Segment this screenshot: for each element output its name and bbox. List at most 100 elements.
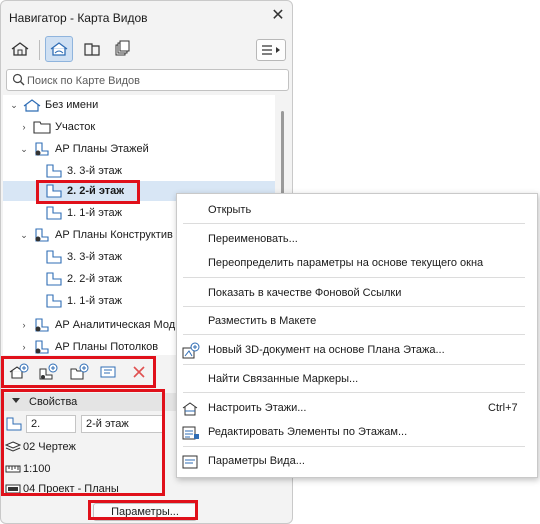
tree-item-label: АР Планы Конструктив (55, 229, 173, 241)
publisher-sets-button[interactable] (108, 36, 136, 62)
floor-plan-icon (45, 271, 63, 287)
scale-row[interactable]: 1:100 (5, 459, 165, 479)
chevron-right-icon[interactable]: › (19, 320, 29, 330)
menu-item-story-settings[interactable]: Настроить Этажи... Ctrl+7 (177, 399, 537, 419)
chevron-down-icon[interactable]: ⌄ (19, 230, 29, 240)
project-map-icon (11, 42, 29, 56)
close-icon[interactable]: ✕ (269, 7, 287, 25)
new-folder-button[interactable] (67, 361, 91, 383)
search-input[interactable] (27, 73, 277, 88)
tree-item-label: 1. 1-й этаж (67, 295, 122, 307)
floor-plan-icon (45, 183, 63, 199)
clone-folder-button[interactable] (36, 361, 60, 383)
tree-item-label: 3. 3-й этаж (67, 251, 122, 263)
menu-item-place-in-layout[interactable]: Разместить в Макете (177, 312, 537, 332)
layers-icon (4, 440, 22, 457)
floor-plan-icon (6, 417, 22, 434)
new-folder-icon (70, 363, 89, 380)
save-view-icon (9, 363, 29, 379)
tree-item-root[interactable]: ⌄ Без имени (3, 95, 275, 115)
layout-book-button[interactable] (78, 36, 106, 62)
view-set-icon (33, 227, 51, 243)
chevron-right-icon[interactable]: › (19, 122, 29, 132)
menu-separator (183, 364, 525, 365)
project-map-button[interactable] (6, 36, 34, 62)
menu-item-show-as-trace[interactable]: Показать в качестве Фоновой Ссылки (177, 284, 537, 304)
view-id-field[interactable]: 2. (26, 415, 76, 433)
menu-separator (183, 334, 525, 335)
menu-item-redefine[interactable]: Переопределить параметры на основе текущ… (177, 254, 537, 274)
view-settings-icon (100, 366, 116, 378)
delete-icon (133, 366, 145, 378)
save-view-button[interactable] (7, 361, 31, 383)
tree-item-site[interactable]: › Участок (3, 117, 275, 137)
search-field[interactable] (6, 69, 289, 91)
tree-item-story[interactable]: 3. 3-й этаж (3, 161, 275, 181)
tree-item-label: Участок (55, 121, 96, 133)
menu-separator (183, 446, 525, 447)
tree-item-label: 3. 3-й этаж (67, 165, 122, 177)
menu-separator (183, 277, 525, 278)
menu-item-open[interactable]: Открыть (177, 201, 537, 221)
view-set-icon (33, 339, 51, 355)
parameters-button[interactable]: Параметры... (93, 503, 197, 521)
search-icon (12, 73, 25, 89)
tree-item-label: АР Планы Этажей (55, 143, 149, 155)
pen-set-value: 04 Проект - Планы (23, 483, 119, 495)
view-folder-icon (23, 97, 41, 113)
folder-icon (33, 119, 51, 135)
layer-combination-value: 02 Чертеж (23, 441, 76, 453)
floor-plan-icon (45, 249, 63, 265)
window-title: Навигатор - Карта Видов (9, 11, 148, 25)
pen-set-row[interactable]: 04 Проект - Планы (5, 479, 165, 499)
view-map-button[interactable] (45, 36, 73, 62)
floor-plan-icon (45, 293, 63, 309)
menu-item-new-3d-document[interactable]: Новый 3D-документ на основе Плана Этажа.… (177, 341, 537, 361)
collapse-triangle-icon[interactable] (12, 398, 20, 403)
panel-menu-button[interactable] (256, 39, 286, 61)
pen-set-icon (5, 482, 21, 499)
floor-plan-icon (45, 205, 63, 221)
menu-item-find-markers[interactable]: Найти Связанные Маркеры... (177, 370, 537, 390)
menu-icon (262, 45, 280, 55)
properties-title: Свойства (29, 396, 78, 408)
view-set-icon (33, 317, 51, 333)
view-settings-button[interactable] (96, 361, 120, 383)
tree-item-label: 1. 1-й этаж (67, 207, 122, 219)
tree-item-label: АР Аналитическая Мод (55, 319, 176, 331)
view-settings-icon (181, 453, 201, 474)
tree-item-label: 2. 2-й этаж (67, 273, 122, 285)
publisher-sets-icon (115, 40, 130, 56)
layer-combination-row[interactable]: 02 Чертеж (4, 437, 165, 457)
menu-item-rename[interactable]: Переименовать... (177, 230, 537, 250)
menu-shortcut: Ctrl+7 (488, 402, 518, 414)
tree-item-label: АР Планы Потолков (55, 341, 159, 353)
delete-button[interactable] (127, 361, 151, 383)
story-settings-icon (181, 400, 201, 421)
chevron-down-icon[interactable]: ⌄ (9, 100, 19, 110)
view-name-field[interactable]: 2-й этаж (81, 415, 165, 433)
tree-item-label: 2. 2-й этаж (67, 185, 125, 197)
edit-elements-icon (181, 424, 201, 445)
floor-plan-icon (45, 163, 63, 179)
toolbar-divider (39, 40, 40, 60)
title-bar[interactable]: Навигатор - Карта Видов ✕ (1, 1, 292, 33)
tree-item-floor-plans[interactable]: ⌄ АР Планы Этажей (3, 139, 275, 159)
menu-item-edit-elements-by-story[interactable]: Редактировать Элементы по Этажам... (177, 423, 537, 443)
menu-separator (183, 223, 525, 224)
menu-separator (183, 306, 525, 307)
context-menu: Открыть Переименовать... Переопределить … (176, 193, 538, 478)
scale-ruler-icon (5, 462, 21, 479)
chevron-right-icon[interactable]: › (19, 342, 29, 352)
view-set-icon (33, 141, 51, 157)
view-map-icon (50, 42, 68, 56)
layout-book-icon (84, 43, 100, 56)
menu-item-view-settings[interactable]: Параметры Вида... (177, 452, 537, 472)
scale-value: 1:100 (23, 463, 51, 475)
menu-separator (183, 392, 525, 393)
new-3d-document-icon (181, 342, 201, 363)
tree-item-label: Без имени (45, 99, 99, 111)
mode-toolbar (1, 33, 292, 65)
chevron-down-icon[interactable]: ⌄ (19, 144, 29, 154)
clone-folder-icon (39, 363, 58, 380)
